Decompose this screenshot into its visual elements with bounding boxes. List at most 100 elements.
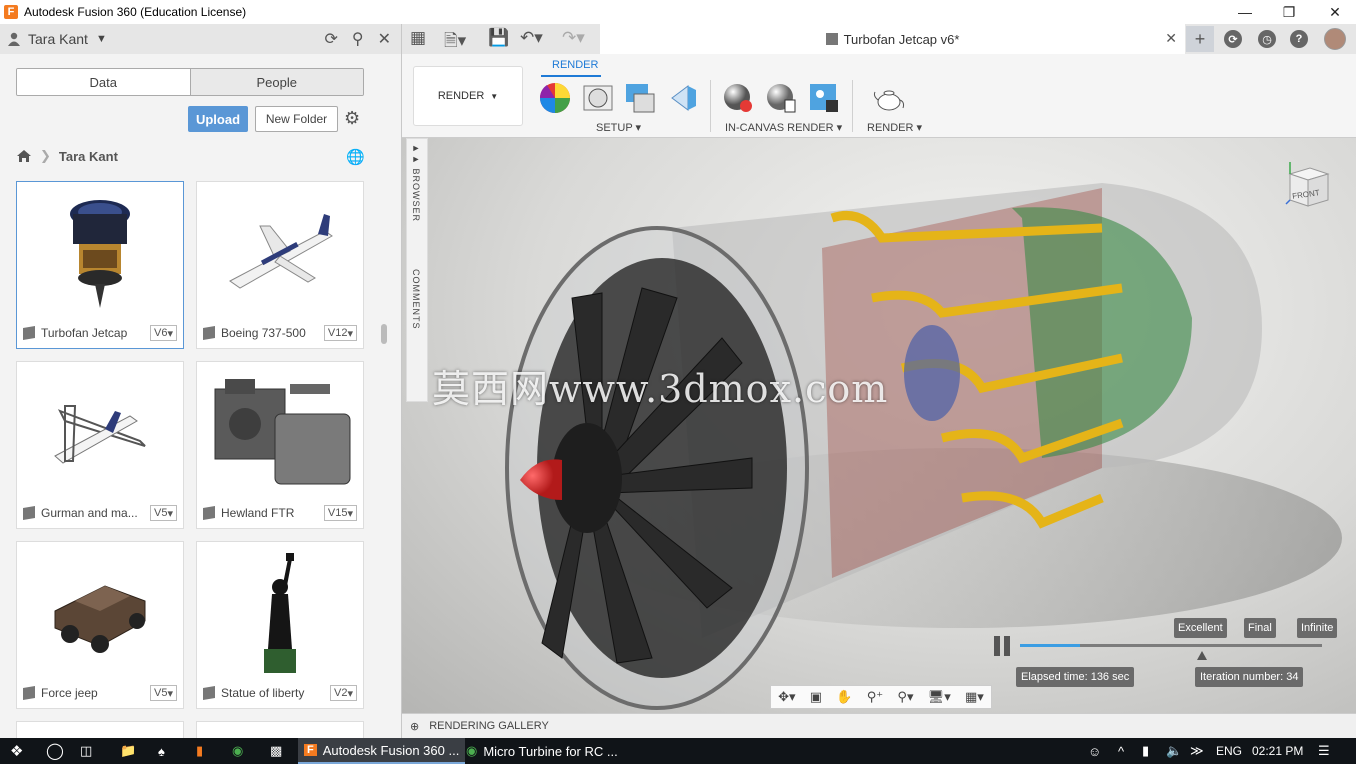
breadcrumb-project[interactable]: Tara Kant: [59, 149, 118, 164]
version-dropdown[interactable]: V12 ▾: [323, 325, 357, 341]
user-menu[interactable]: Tara Kant ▼: [8, 31, 107, 47]
quality-final-chip[interactable]: Final: [1244, 618, 1276, 638]
cortana-circle-icon[interactable]: ◯: [46, 741, 64, 761]
in-canvas-settings-icon[interactable]: [765, 82, 797, 114]
new-folder-button[interactable]: New Folder: [255, 106, 338, 132]
redo-icon[interactable]: ↷▾: [562, 28, 585, 48]
action-center-icon[interactable]: ☰: [1318, 741, 1330, 761]
side-panel-tabs: ►► BROWSER COMMENTS: [406, 138, 428, 402]
taskbar-fusion-app[interactable]: F Autodesk Fusion 360 ...: [298, 738, 466, 764]
display-settings-icon[interactable]: 🖥▾: [928, 689, 951, 705]
turbofan-thumbnail: [17, 182, 183, 320]
history-clock-icon[interactable]: ◷: [1258, 30, 1276, 48]
quality-marker[interactable]: [1197, 651, 1207, 660]
save-icon[interactable]: 💾: [488, 28, 509, 48]
design-cube-icon: [203, 505, 215, 521]
chrome-icon[interactable]: ◉: [232, 741, 243, 761]
user-avatar[interactable]: [1324, 28, 1346, 50]
file-card[interactable]: Boeing 737-500 V12 ▾: [196, 181, 364, 349]
pause-render-button[interactable]: [994, 636, 1010, 656]
home-icon[interactable]: [16, 149, 32, 163]
scene-settings-icon[interactable]: [582, 82, 614, 114]
in-canvas-render-group-label[interactable]: IN-CANVAS RENDER ▾: [725, 121, 842, 134]
globe-icon[interactable]: 🌐: [346, 148, 365, 166]
active-tab-indicator: [541, 75, 601, 77]
setup-group-label[interactable]: SETUP ▾: [596, 121, 641, 134]
capture-image-icon[interactable]: [808, 82, 840, 114]
texture-map-icon[interactable]: [624, 82, 656, 114]
search-icon[interactable]: ⚲: [352, 29, 364, 49]
rendering-gallery-bar[interactable]: ⊕ RENDERING GALLERY: [402, 713, 1356, 738]
pinned-app-icon[interactable]: ▮: [196, 741, 203, 761]
tab-data[interactable]: Data: [17, 69, 190, 95]
tab-people[interactable]: People: [189, 69, 363, 95]
settings-gear-icon[interactable]: ⚙: [344, 108, 360, 129]
close-panel-icon[interactable]: ✕: [378, 29, 391, 49]
ribbon-toolbar: RENDER ▼ RENDER SETUP ▾ IN-CANVAS RENDER…: [402, 54, 1356, 138]
pan-icon[interactable]: ✋: [836, 689, 852, 705]
render-label: RENDER: [867, 122, 914, 134]
version-dropdown[interactable]: V5 ▾: [150, 505, 177, 521]
pinned-app-icon[interactable]: ▩: [270, 741, 282, 761]
look-at-icon[interactable]: ▣: [810, 689, 822, 705]
file-menu-icon[interactable]: 🗎▾: [444, 28, 466, 57]
app-grid-icon[interactable]: ▦: [410, 28, 426, 48]
battery-icon[interactable]: ▮: [1142, 741, 1149, 761]
design-cube-icon: [203, 325, 215, 341]
quality-excellent-chip[interactable]: Excellent: [1174, 618, 1227, 638]
help-icon[interactable]: ?: [1290, 30, 1308, 48]
taskbar-chrome-app[interactable]: ◉ Micro Turbine for RC ...: [460, 738, 624, 764]
expand-plus-icon[interactable]: ⊕: [410, 720, 419, 733]
language-indicator[interactable]: ENG: [1216, 741, 1242, 761]
tab-render[interactable]: RENDER: [552, 59, 598, 71]
file-name: Gurman and ma...: [41, 506, 138, 520]
undo-icon[interactable]: ↶▾: [520, 28, 543, 48]
in-canvas-render-icon[interactable]: [722, 82, 754, 114]
comments-tab[interactable]: COMMENTS: [411, 269, 421, 330]
workspace-switcher[interactable]: RENDER ▼: [413, 66, 523, 126]
teapot-render-icon[interactable]: [873, 82, 905, 114]
volume-icon[interactable]: 🔈: [1166, 741, 1182, 761]
file-card[interactable]: Statue of liberty V2 ▾: [196, 541, 364, 709]
file-card[interactable]: Gurman and ma... V5 ▾: [16, 361, 184, 529]
navigation-bar: ✥▾ ▣ ✋ ⚲⁺ ⚲▾ 🖥▾ ▦▾: [770, 685, 992, 709]
people-icon[interactable]: ☺: [1088, 741, 1101, 761]
appearance-icon[interactable]: [539, 82, 571, 114]
grid-settings-icon[interactable]: ▦▾: [965, 689, 984, 705]
minimize-icon[interactable]: —: [1222, 0, 1268, 24]
file-explorer-icon[interactable]: 📁: [120, 741, 136, 761]
windows-start-icon[interactable]: ❖: [10, 741, 23, 761]
refresh-icon[interactable]: ⟳: [324, 29, 337, 49]
restore-icon[interactable]: ❐: [1266, 0, 1312, 24]
design-cube-icon: [23, 685, 35, 701]
version-dropdown[interactable]: V6 ▾: [150, 325, 177, 341]
decal-icon[interactable]: [668, 82, 700, 114]
quality-infinite-chip[interactable]: Infinite: [1297, 618, 1338, 638]
version-dropdown[interactable]: V15 ▾: [323, 505, 357, 521]
wifi-icon[interactable]: ≫: [1190, 741, 1204, 761]
version-dropdown[interactable]: V5 ▾: [150, 685, 177, 701]
version-dropdown[interactable]: V2 ▾: [330, 685, 357, 701]
close-icon[interactable]: ✕: [1312, 0, 1356, 24]
file-card[interactable]: Hewland FTR V15 ▾: [196, 361, 364, 529]
chevron-down-icon: ▼: [490, 91, 499, 101]
pinned-app-icon[interactable]: ♠: [158, 741, 165, 761]
render-group-label[interactable]: RENDER ▾: [867, 121, 922, 134]
orbit-icon[interactable]: ✥▾: [778, 689, 795, 705]
browser-tab[interactable]: ►► BROWSER: [411, 143, 421, 222]
job-status-icon[interactable]: ⟳: [1224, 30, 1242, 48]
upload-button[interactable]: Upload: [188, 106, 248, 132]
file-card[interactable]: Turbofan Jetcap V6 ▾: [16, 181, 184, 349]
clock[interactable]: 02:21 PM: [1252, 741, 1303, 761]
render-viewport[interactable]: ►► BROWSER COMMENTS 莫西网www.3dmox.com FRO…: [402, 138, 1356, 713]
zoom-icon[interactable]: ⚲⁺: [867, 689, 883, 705]
document-tab[interactable]: Turbofan Jetcap v6* ✕: [600, 24, 1185, 54]
file-card[interactable]: Force jeep V5 ▾: [16, 541, 184, 709]
task-view-icon[interactable]: ◫: [80, 741, 92, 761]
viewcube[interactable]: FRONT: [1282, 160, 1332, 210]
close-tab-icon[interactable]: ✕: [1165, 30, 1177, 47]
fit-icon[interactable]: ⚲▾: [897, 689, 913, 705]
new-tab-button[interactable]: +: [1186, 26, 1214, 52]
chevron-up-icon[interactable]: ^: [1118, 741, 1124, 761]
data-panel-scrollbar[interactable]: [381, 324, 387, 344]
